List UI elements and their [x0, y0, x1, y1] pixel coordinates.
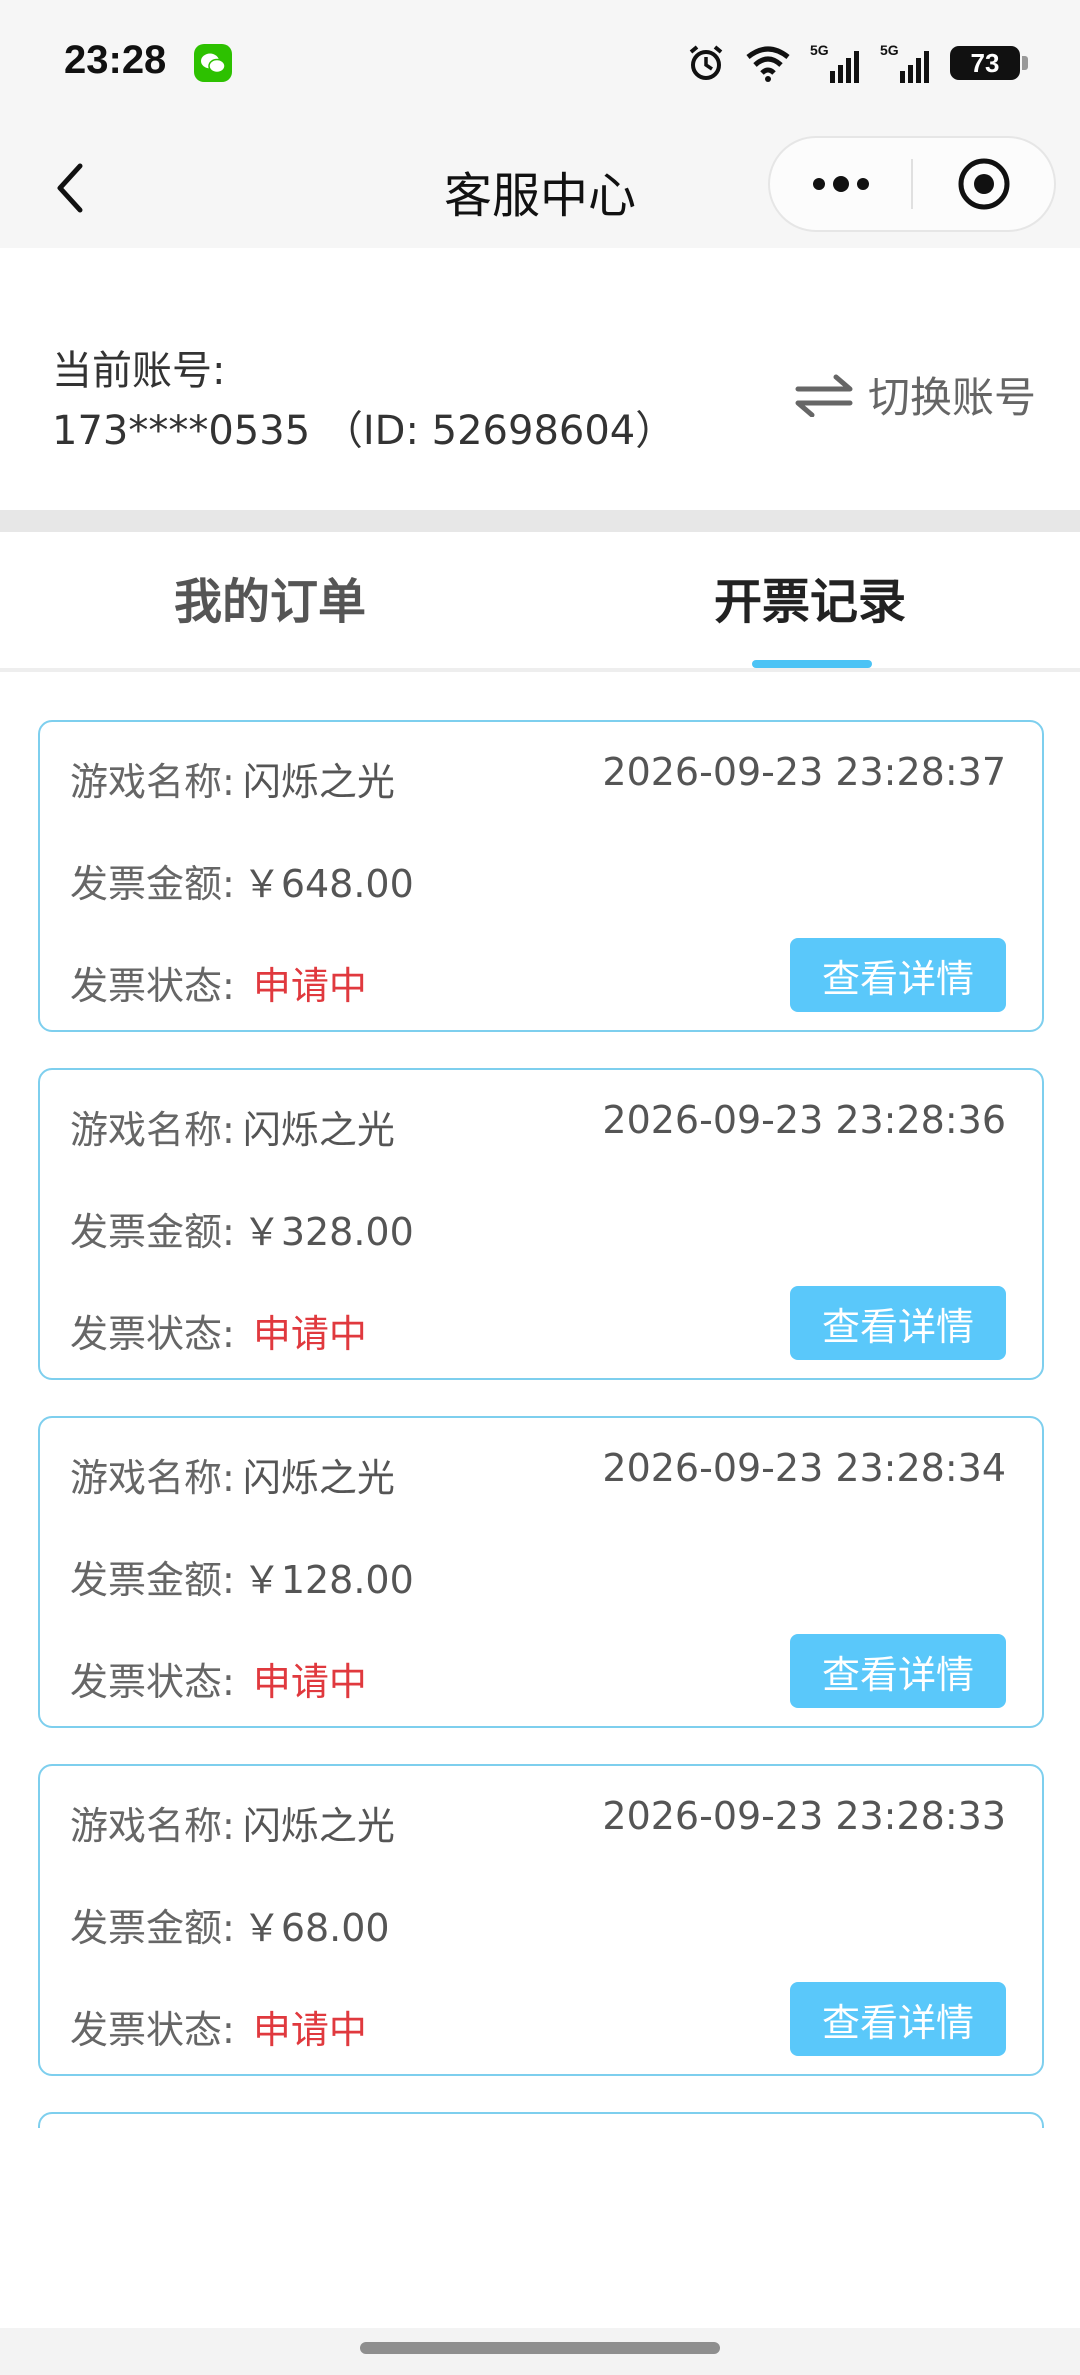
invoice-card: 游戏名称: 闪烁之光 2026-09-23 23:28:33 发票金额: ￥68…	[38, 1764, 1044, 2076]
wifi-icon	[746, 46, 790, 82]
invoice-card-partial	[38, 2112, 1044, 2128]
invoice-status-value: 申请中	[252, 1659, 367, 1704]
invoice-card: 游戏名称: 闪烁之光 2026-09-23 23:28:34 发票金额: ￥12…	[38, 1416, 1044, 1728]
view-details-button[interactable]: 查看详情	[790, 1982, 1006, 2056]
game-name-value: 闪烁之光	[242, 1803, 395, 1848]
switch-account-label: 切换账号	[867, 373, 1036, 422]
alarm-icon	[689, 45, 723, 80]
invoice-amount-label: 发票金额:	[70, 1209, 235, 1254]
account-value: 173****0535 （ID: 52698604）	[52, 408, 676, 454]
game-name-value: 闪烁之光	[242, 759, 395, 804]
status-bar: 23:28 5G 5G 73	[0, 0, 1080, 126]
invoice-amount-label: 发票金额:	[70, 1557, 235, 1602]
battery-indicator: 73	[950, 46, 1028, 80]
invoice-status-value: 申请中	[252, 2007, 367, 2052]
game-name-label: 游戏名称:	[70, 1107, 235, 1152]
home-indicator-area	[0, 2328, 1080, 2375]
invoice-status-value: 申请中	[252, 963, 367, 1008]
invoice-status-label: 发票状态:	[70, 1311, 235, 1356]
game-name-label: 游戏名称:	[70, 1803, 235, 1848]
invoice-time: 2026-09-23 23:28:34	[602, 1446, 1006, 1490]
invoice-amount-label: 发票金额:	[70, 861, 235, 906]
invoice-status-label: 发票状态:	[70, 963, 235, 1008]
view-details-button[interactable]: 查看详情	[790, 938, 1006, 1012]
invoice-status-label: 发票状态:	[70, 2007, 235, 2052]
switch-arrows-icon	[795, 374, 853, 417]
active-tab-indicator	[752, 660, 872, 668]
game-name-value: 闪烁之光	[242, 1107, 395, 1152]
invoice-time: 2026-09-23 23:28:37	[602, 750, 1006, 794]
invoice-card: 游戏名称: 闪烁之光 2026-09-23 23:28:36 发票金额: ￥32…	[38, 1068, 1044, 1380]
miniprogram-capsule	[768, 136, 1056, 232]
game-name-value: 闪烁之光	[242, 1455, 395, 1500]
invoice-amount-value: ￥68.00	[242, 1905, 390, 1950]
view-details-button[interactable]: 查看详情	[790, 1634, 1006, 1708]
wechat-icon	[194, 44, 232, 82]
view-details-button[interactable]: 查看详情	[790, 1286, 1006, 1360]
nav-bar: 客服中心	[0, 126, 1080, 248]
invoice-amount-value: ￥328.00	[242, 1209, 414, 1254]
switch-account-button[interactable]: 切换账号	[794, 364, 1036, 425]
invoice-amount-value: ￥648.00	[242, 861, 414, 906]
close-miniprogram-button[interactable]	[913, 138, 1054, 230]
invoice-amount-label: 发票金额:	[70, 1905, 235, 1950]
signal-5g-icon: 5G	[880, 42, 929, 83]
game-name-label: 游戏名称:	[70, 759, 235, 804]
account-label: 当前账号:	[52, 348, 226, 394]
invoice-card: 游戏名称: 闪烁之光 2026-09-23 23:28:37 发票金额: ￥64…	[38, 720, 1044, 1032]
svg-text:5G: 5G	[810, 42, 829, 58]
invoice-time: 2026-09-23 23:28:36	[602, 1098, 1006, 1142]
status-icons: 5G 5G 73	[686, 40, 1028, 86]
account-section: 当前账号: 173****0535 （ID: 52698604） 切换账号	[0, 248, 1080, 510]
tab-invoice-records[interactable]: 开票记录	[714, 562, 906, 632]
svg-text:5G: 5G	[880, 42, 899, 58]
target-circle-icon	[958, 158, 1009, 210]
game-name-label: 游戏名称:	[70, 1455, 235, 1500]
status-time: 23:28	[64, 38, 167, 82]
invoice-record-list: 游戏名称: 闪烁之光 2026-09-23 23:28:37 发票金额: ￥64…	[0, 676, 1080, 2128]
signal-5g-icon: 5G	[810, 42, 859, 83]
invoice-time: 2026-09-23 23:28:33	[602, 1794, 1006, 1838]
section-divider	[0, 510, 1080, 532]
invoice-status-label: 发票状态:	[70, 1659, 235, 1704]
tab-my-orders[interactable]: 我的订单	[174, 562, 366, 632]
invoice-status-value: 申请中	[252, 1311, 367, 1356]
more-button[interactable]	[770, 138, 911, 230]
more-dots-icon	[812, 176, 869, 192]
tab-bar: 我的订单 开票记录	[0, 532, 1080, 672]
invoice-amount-value: ￥128.00	[242, 1557, 414, 1602]
home-indicator[interactable]	[360, 2342, 720, 2354]
